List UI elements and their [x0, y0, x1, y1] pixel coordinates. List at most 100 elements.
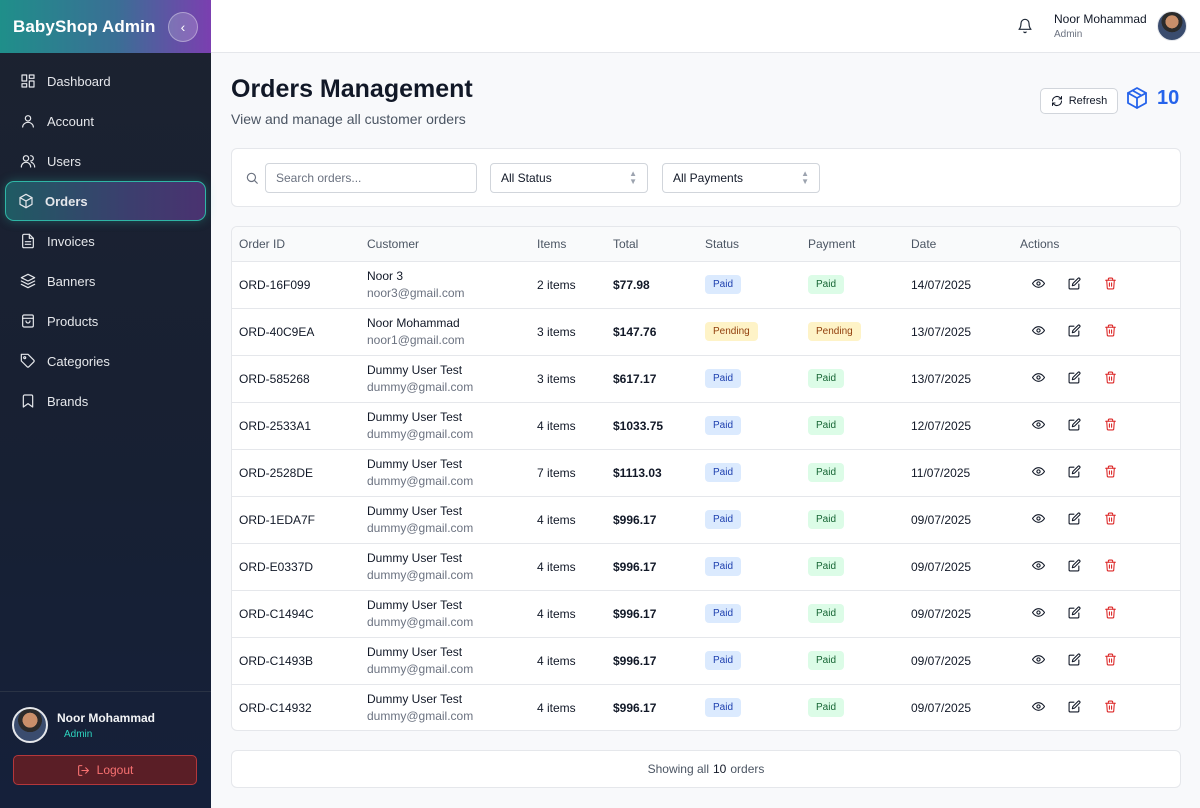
customer-name: Dummy User Test: [367, 551, 463, 565]
table-row[interactable]: ORD-16F099 Noor 3 noor3@gmail.com 2 items $7…: [232, 261, 1180, 308]
sidebar-item-dashboard[interactable]: Dashboard: [5, 61, 206, 101]
delete-order-button[interactable]: [1092, 275, 1128, 295]
edit-order-button[interactable]: [1056, 369, 1092, 389]
delete-order-button[interactable]: [1092, 369, 1128, 389]
delete-order-button[interactable]: [1092, 698, 1128, 718]
column-header[interactable]: Total: [606, 227, 698, 262]
order-date: 11/07/2025: [911, 465, 971, 480]
sidebar-item-label: Dashboard: [47, 73, 111, 89]
view-order-button[interactable]: [1020, 557, 1056, 577]
column-header[interactable]: Payment: [801, 227, 904, 262]
column-header[interactable]: Customer: [360, 227, 530, 262]
user-icon: [22, 115, 34, 128]
view-order-button[interactable]: [1020, 416, 1056, 436]
order-id: ORD-2528DE: [239, 465, 314, 480]
trash-icon: [1104, 465, 1117, 481]
table-row[interactable]: ORD-E0337D Dummy User Test dummy@gmail.com…: [232, 543, 1180, 590]
search-input[interactable]: [265, 163, 477, 193]
column-header[interactable]: Status: [698, 227, 801, 262]
order-date: 09/07/2025: [911, 559, 972, 574]
edit-order-button[interactable]: [1056, 698, 1092, 718]
payment-cell: Paid: [801, 637, 904, 684]
edit-order-button[interactable]: [1056, 322, 1092, 342]
refresh-button[interactable]: Refresh: [1040, 88, 1118, 114]
payment-cell: Paid: [801, 543, 904, 590]
bell-icon[interactable]: [1017, 18, 1033, 34]
view-order-button[interactable]: [1020, 604, 1056, 624]
column-header[interactable]: Date: [904, 227, 1013, 262]
status-badge: Paid: [705, 275, 742, 294]
table-row[interactable]: ORD-585268 Dummy User Test dummy@gmail.com…: [232, 355, 1180, 402]
payment-badge: Paid: [808, 275, 845, 294]
sidebar-item-brands[interactable]: Brands: [5, 381, 206, 421]
sidebar-item-orders[interactable]: Orders: [5, 181, 206, 221]
view-order-button[interactable]: [1020, 463, 1056, 483]
view-order-button[interactable]: [1020, 275, 1056, 295]
actions-cell: [1013, 496, 1180, 543]
status-cell: Paid: [698, 355, 801, 402]
delete-order-button[interactable]: [1092, 604, 1128, 624]
payment-cell: Pending: [801, 308, 904, 355]
sidebar-item-account[interactable]: Account: [5, 101, 206, 141]
table-row[interactable]: ORD-2533A1 Dummy User Test dummy@gmail.com…: [232, 402, 1180, 449]
sidebar-item-label: Products: [47, 313, 99, 329]
edit-order-button[interactable]: [1056, 557, 1092, 577]
delete-order-button[interactable]: [1092, 557, 1128, 577]
logout-button[interactable]: Logout: [13, 755, 197, 785]
edit-order-button[interactable]: [1056, 275, 1092, 295]
eye-icon: [1031, 418, 1045, 434]
sidebar-item-invoices[interactable]: Invoices: [5, 221, 206, 261]
table-row[interactable]: ORD-C1494C Dummy User Test dummy@gmail.com…: [232, 590, 1180, 637]
edit-icon: [1068, 511, 1081, 528]
sidebar-item-banners[interactable]: Banners: [5, 261, 206, 301]
eye-icon: [1031, 324, 1045, 340]
column-header[interactable]: Items: [530, 227, 606, 262]
footer-suffix: orders: [730, 762, 765, 776]
customer-name: Dummy User Test: [367, 410, 463, 424]
status-filter-select[interactable]: All Status ▲ ▼: [490, 163, 648, 193]
view-order-button[interactable]: [1020, 510, 1056, 530]
topbar-user[interactable]: Noor Mohammad Admin: [1054, 12, 1147, 40]
items-count: 3 items: [537, 324, 576, 339]
delete-order-button[interactable]: [1092, 416, 1128, 436]
order-total: $996.17: [613, 559, 657, 574]
filters-bar: All Status ▲▼ All Payments ▲▼: [231, 148, 1181, 207]
status-cell: Paid: [698, 590, 801, 637]
table-row[interactable]: ORD-1EDA7F Dummy User Test dummy@gmail.com…: [232, 496, 1180, 543]
sidebar-item-users[interactable]: Users: [5, 141, 206, 181]
table-row[interactable]: ORD-40C9EA Noor Mohammad noor1@gmail.com 3 …: [232, 308, 1180, 355]
view-order-button[interactable]: [1020, 322, 1056, 342]
table-row[interactable]: ORD-C14932 Dummy User Test dummy@gmail.com…: [232, 684, 1180, 730]
package-icon: [1127, 87, 1147, 109]
actions-cell: [1013, 684, 1180, 730]
topbar-user-name: Noor Mohammad: [1054, 12, 1147, 26]
table-footer: Showing all 10 orders: [231, 750, 1181, 788]
eye-icon: [1031, 559, 1045, 575]
view-order-button[interactable]: [1020, 698, 1056, 718]
sidebar-item-products[interactable]: Products: [5, 301, 206, 341]
view-order-button[interactable]: [1020, 651, 1056, 671]
sidebar-item-categories[interactable]: Categories: [5, 341, 206, 381]
customer-name: Noor Mohammad: [367, 316, 460, 330]
payment-filter-select[interactable]: All Payments ▲ ▼: [662, 163, 820, 193]
topbar-avatar[interactable]: [1157, 11, 1187, 41]
view-order-button[interactable]: [1020, 369, 1056, 389]
eye-icon: [1031, 606, 1045, 622]
delete-order-button[interactable]: [1092, 322, 1128, 342]
delete-order-button[interactable]: [1092, 510, 1128, 530]
edit-order-button[interactable]: [1056, 463, 1092, 483]
collapse-sidebar-button[interactable]: ‹: [168, 11, 198, 42]
edit-order-button[interactable]: [1056, 510, 1092, 530]
edit-order-button[interactable]: [1056, 604, 1092, 624]
delete-order-button[interactable]: [1092, 463, 1128, 483]
delete-order-button[interactable]: [1092, 651, 1128, 671]
edit-order-button[interactable]: [1056, 651, 1092, 671]
order-total: $77.98: [613, 277, 650, 292]
edit-icon: [1068, 605, 1081, 622]
status-cell: Paid: [698, 543, 801, 590]
column-header[interactable]: Order ID: [232, 227, 360, 262]
trash-icon: [1104, 418, 1117, 434]
table-row[interactable]: ORD-C1493B Dummy User Test dummy@gmail.com…: [232, 637, 1180, 684]
table-row[interactable]: ORD-2528DE Dummy User Test dummy@gmail.com…: [232, 449, 1180, 496]
edit-order-button[interactable]: [1056, 416, 1092, 436]
